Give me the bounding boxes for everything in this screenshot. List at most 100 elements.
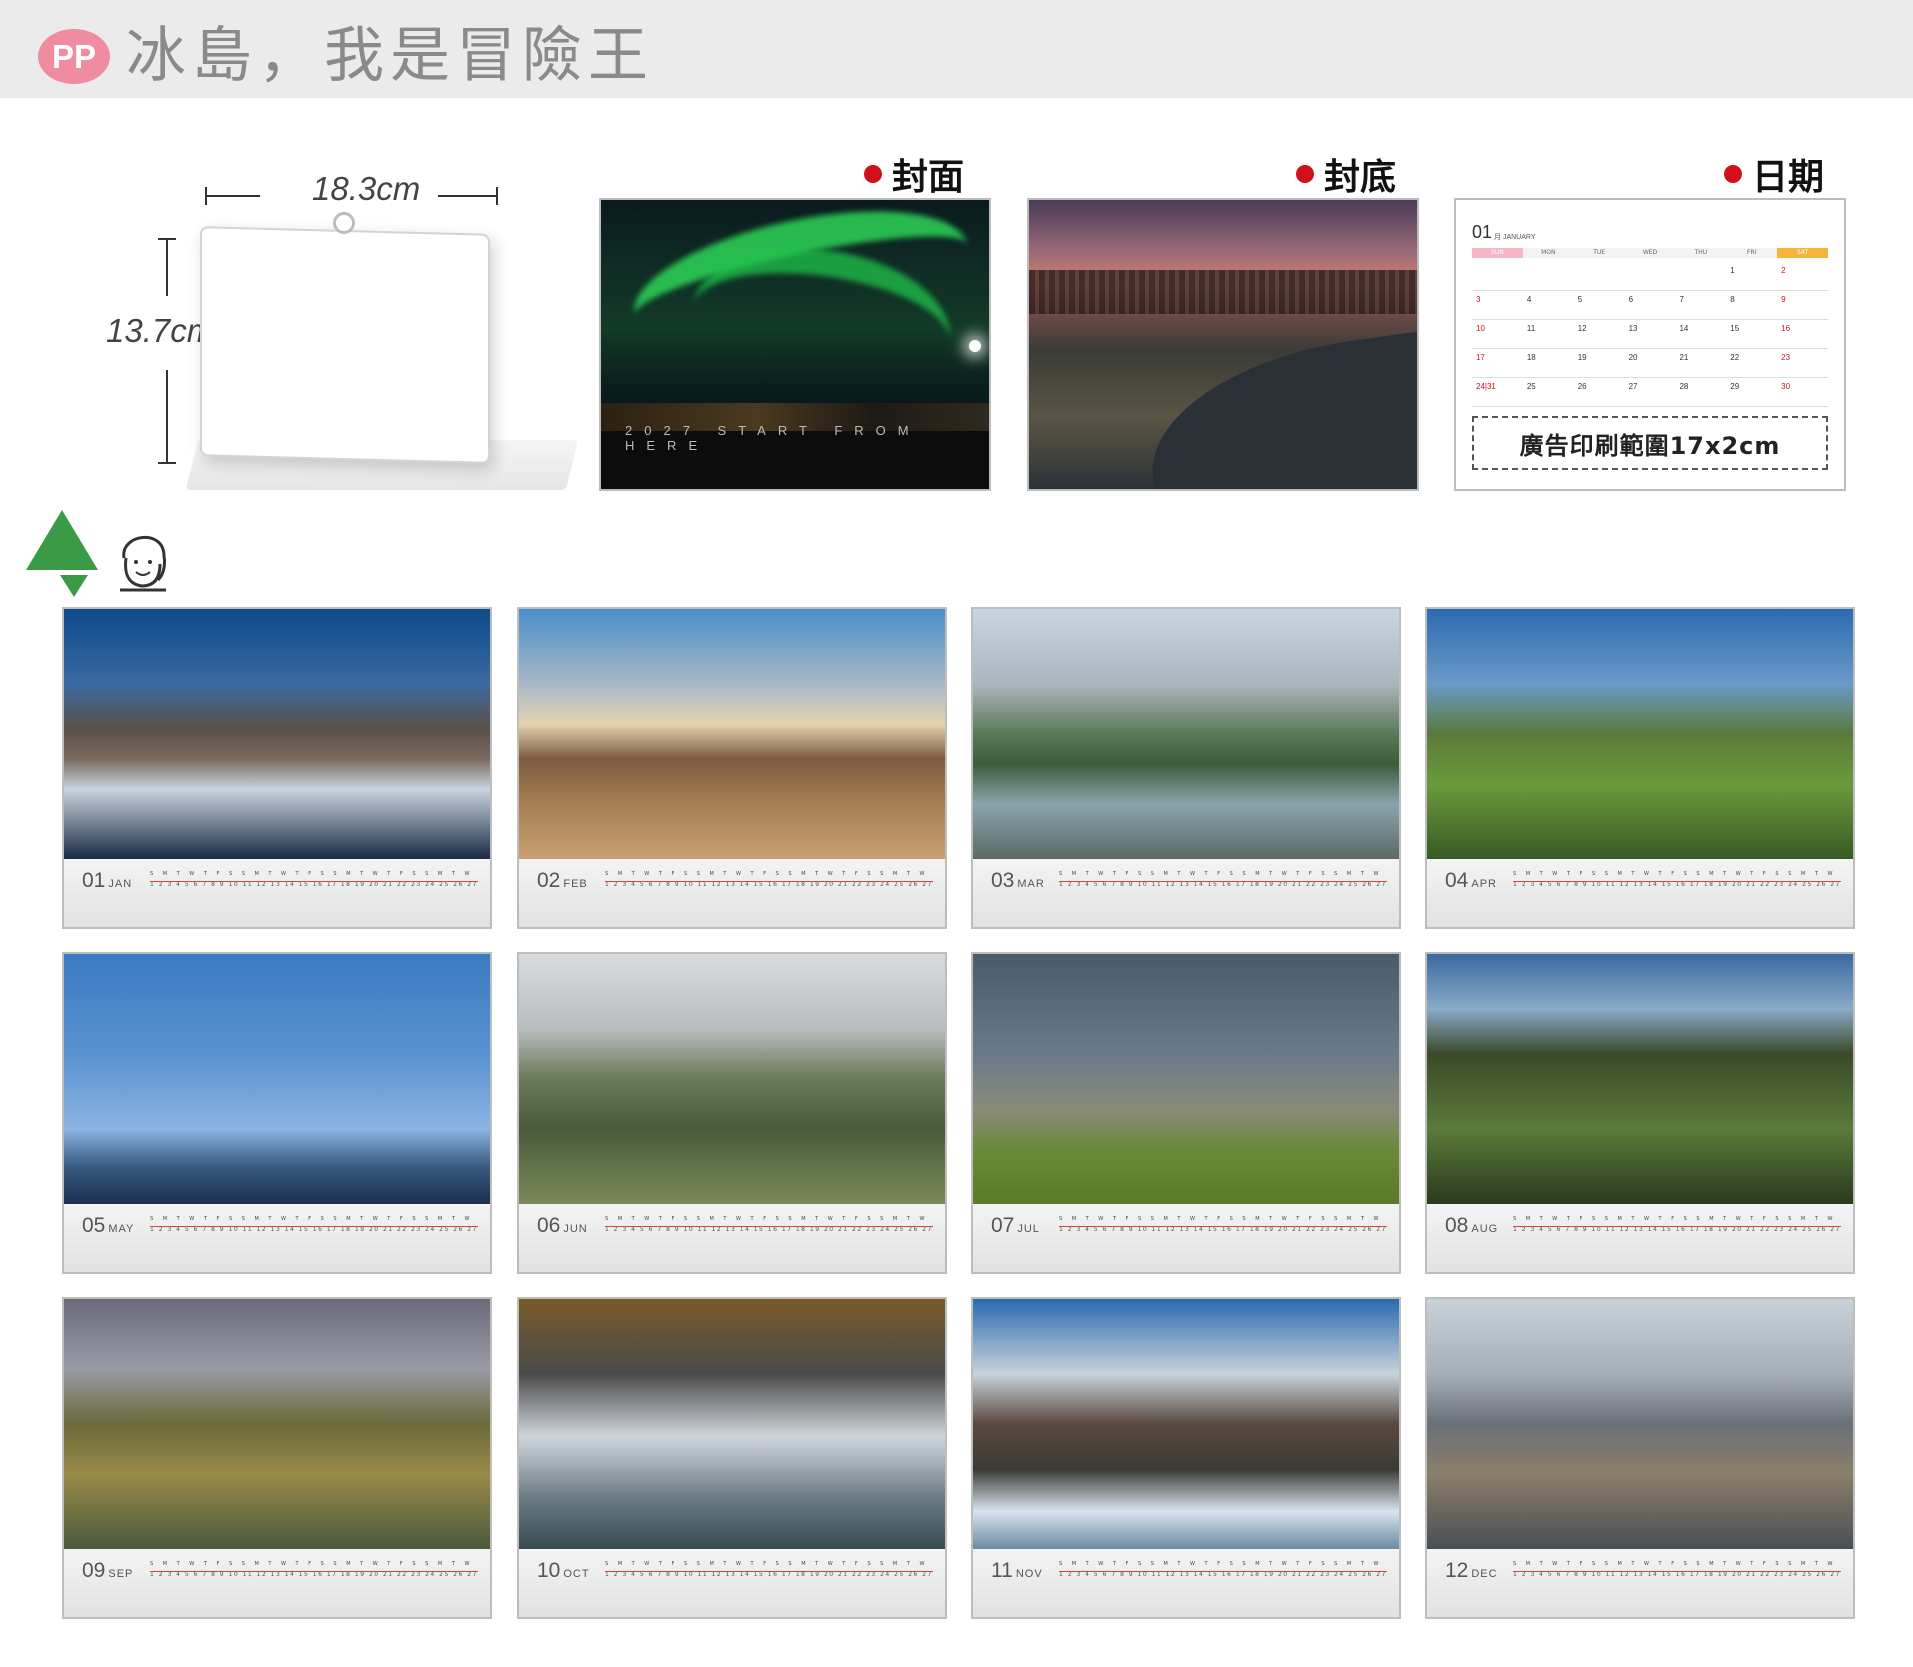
- date-cell: 12: [1577, 324, 1587, 333]
- calendar-stand-body: [200, 226, 490, 464]
- month-page-oct: 10 OCT S M T W T F S S M T W T F S S M T W…: [517, 1297, 947, 1619]
- page-header: PP 冰島，我是冒險王: [0, 0, 1913, 98]
- weekday-sat: SAT: [1777, 248, 1829, 258]
- date-cell: 17: [1476, 353, 1485, 362]
- date-cell: 18: [1526, 353, 1536, 362]
- weekday-mon: MON: [1522, 248, 1574, 258]
- month-photo: [1427, 954, 1853, 1204]
- month-name: MAY: [108, 1223, 135, 1235]
- date-cell: 11: [1526, 324, 1536, 333]
- day-row: S M T W T F S S M T W T F S S M T W T F …: [605, 1216, 933, 1238]
- day-row: S M T W T F S S M T W T F S S M T W T F …: [150, 871, 478, 893]
- page-title: 冰島，我是冒險王: [126, 21, 654, 91]
- calendar-strip: 11 NOV S M T W T F S S M T W T F S S M T W…: [973, 1549, 1399, 1617]
- front-cover-label: 封面: [892, 157, 965, 198]
- weekday-letters: S M T W T F S S M T W T F S S M T W T F …: [605, 871, 933, 877]
- hanger-ring: [333, 212, 355, 234]
- red-dot-icon: [1296, 165, 1314, 183]
- date-cell: [1472, 262, 1523, 290]
- date-cell: [1574, 262, 1625, 290]
- height-label: 13.7cm: [106, 312, 215, 349]
- ad-print-area: 廣告印刷範圍17x2cm: [1472, 416, 1828, 470]
- date-cell: 6: [1628, 295, 1634, 304]
- date-cell: 15: [1730, 324, 1740, 333]
- strip-divider: [150, 1226, 478, 1227]
- month-name: AUG: [1471, 1223, 1499, 1235]
- width-dim-tick-right: [496, 187, 498, 205]
- date-cell: 7: [1679, 295, 1684, 304]
- red-dot-icon: [1724, 165, 1742, 183]
- date-cell: 16: [1781, 324, 1791, 333]
- month-page-aug: 08 AUG S M T W T F S S M T W T F S S M T W…: [1425, 952, 1855, 1274]
- date-cell: 24|31: [1476, 382, 1496, 391]
- month-photo: [973, 609, 1399, 859]
- pp-logo: PP: [38, 29, 110, 84]
- width-dim-tick-left: [205, 187, 207, 205]
- month-photo: [973, 1299, 1399, 1549]
- month-number: 12 DEC: [1445, 1559, 1498, 1582]
- strip-divider: [1513, 881, 1841, 882]
- weekday-letters: S M T W T F S S M T W T F S S M T W T F …: [150, 871, 478, 877]
- day-row: S M T W T F S S M T W T F S S M T W T F …: [150, 1561, 478, 1583]
- month-photo: [519, 609, 945, 859]
- height-dim-tick-bottom: [158, 462, 176, 464]
- weekday-letters: S M T W T F S S M T W T F S S M T W T F …: [1059, 1216, 1387, 1222]
- calendar-strip: 04 APR S M T W T F S S M T W T F S S M T W…: [1427, 859, 1853, 927]
- date-cell: 3: [1476, 295, 1481, 304]
- date-cell: 2: [1781, 266, 1786, 275]
- month-name: OCT: [563, 1568, 590, 1580]
- date-cell: 1: [1730, 266, 1735, 275]
- month-photo: [64, 1299, 490, 1549]
- day-row: S M T W T F S S M T W T F S S M T W T F …: [1059, 1561, 1387, 1583]
- weekday-wed: WED: [1624, 248, 1676, 258]
- calendar-strip: 09 SEP S M T W T F S S M T W T F S S M T W…: [64, 1549, 490, 1617]
- date-cell: 8: [1730, 295, 1735, 304]
- month-number: 04 APR: [1445, 869, 1497, 892]
- strip-divider: [1513, 1571, 1841, 1572]
- weekday-tue: TUE: [1573, 248, 1625, 258]
- width-label: 18.3cm: [312, 170, 421, 207]
- date-cell: [1523, 262, 1574, 290]
- month-number: 07 JUL: [991, 1214, 1040, 1237]
- day-row: S M T W T F S S M T W T F S S M T W T F …: [150, 1216, 478, 1238]
- weekday-letters: S M T W T F S S M T W T F S S M T W T F …: [1513, 871, 1841, 877]
- day-numbers: 1 2 3 4 5 6 7 8 9 10 11 12 13 14 15 16 1…: [150, 881, 478, 888]
- month-number: 09 SEP: [82, 1559, 134, 1582]
- day-numbers: 1 2 3 4 5 6 7 8 9 10 11 12 13 14 15 16 1…: [605, 881, 933, 888]
- height-dim-line-top: [166, 238, 168, 296]
- date-cell: 19: [1577, 353, 1587, 362]
- calendar-strip: 05 MAY S M T W T F S S M T W T F S S M T W…: [64, 1204, 490, 1272]
- tree-icon: [26, 510, 98, 570]
- tree-trunk-icon: [60, 575, 88, 597]
- date-week-row: 24|31 25 26 27 28 29 30: [1472, 378, 1828, 407]
- month-photo: [64, 954, 490, 1204]
- day-numbers: 1 2 3 4 5 6 7 8 9 10 11 12 13 14 15 16 1…: [605, 1571, 933, 1578]
- month-number: 10 OCT: [537, 1559, 590, 1582]
- month-photo: [519, 1299, 945, 1549]
- day-row: S M T W T F S S M T W T F S S M T W T F …: [605, 1561, 933, 1583]
- road: [1138, 320, 1417, 489]
- strip-divider: [1059, 881, 1387, 882]
- size-diagram: 18.3cm 13.7cm: [100, 170, 580, 500]
- cover-tagline: 2027 START FROM HERE: [625, 423, 921, 453]
- day-row: S M T W T F S S M T W T F S S M T W T F …: [1059, 1216, 1387, 1238]
- month-name: APR: [1471, 878, 1497, 890]
- moon-icon: [969, 340, 981, 352]
- month-page-feb: 02 FEB S M T W T F S S M T W T F S S M T W…: [517, 607, 947, 929]
- month-page-may: 05 MAY S M T W T F S S M T W T F S S M T W…: [62, 952, 492, 1274]
- date-cell: 28: [1679, 382, 1689, 391]
- month-page-dec: 12 DEC S M T W T F S S M T W T F S S M T W…: [1425, 1297, 1855, 1619]
- strip-divider: [150, 881, 478, 882]
- month-name: MAR: [1017, 878, 1045, 890]
- month-number: 05 MAY: [82, 1214, 135, 1237]
- weekday-letters: S M T W T F S S M T W T F S S M T W T F …: [1513, 1561, 1841, 1567]
- month-page-jan: 01 JAN S M T W T F S S M T W T F S S M T W…: [62, 607, 492, 929]
- date-cell: 23: [1781, 353, 1791, 362]
- day-numbers: 1 2 3 4 5 6 7 8 9 10 11 12 13 14 15 16 1…: [1059, 1571, 1387, 1578]
- month-name: NOV: [1015, 1568, 1043, 1580]
- day-numbers: 1 2 3 4 5 6 7 8 9 10 11 12 13 14 15 16 1…: [1059, 881, 1387, 888]
- strip-divider: [1513, 1226, 1841, 1227]
- month-name: SEP: [108, 1568, 134, 1580]
- month-page-mar: 03 MAR S M T W T F S S M T W T F S S M T W…: [971, 607, 1401, 929]
- month-page-jun: 06 JUN S M T W T F S S M T W T F S S M T W…: [517, 952, 947, 1274]
